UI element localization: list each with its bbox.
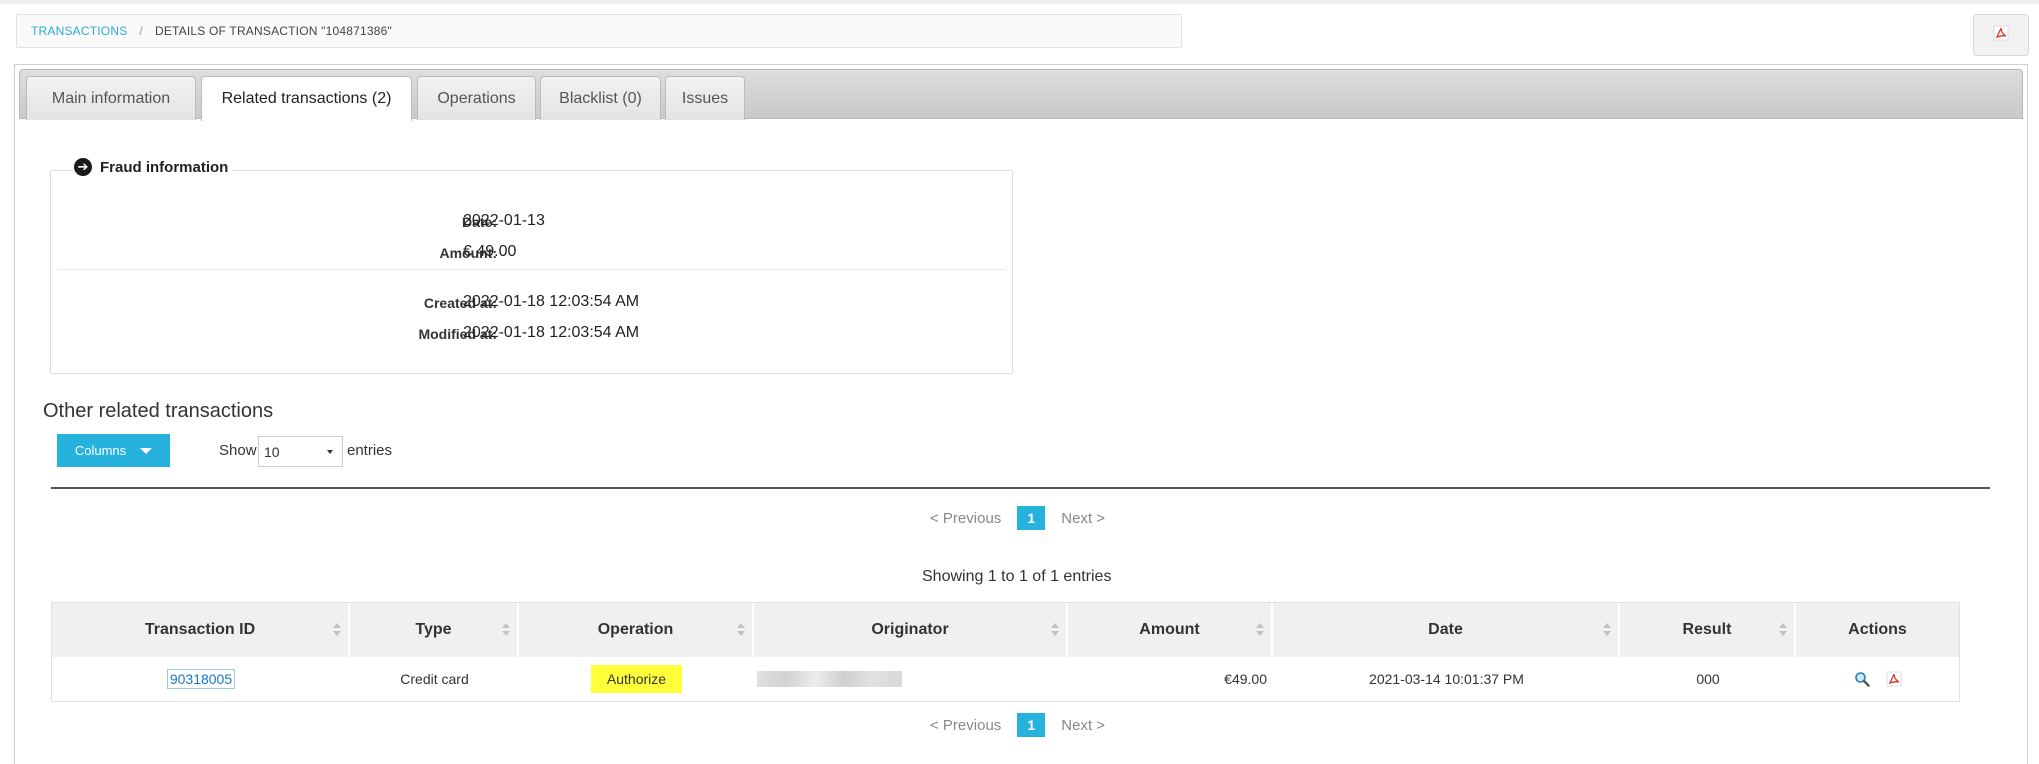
top-strip [0, 0, 2039, 4]
fraud-modified-value: 2022-01-18 12:03:54 AM [463, 324, 640, 341]
sort-icon [1051, 623, 1059, 637]
pagination-previous[interactable]: < Previous [930, 510, 1001, 527]
column-header-result[interactable]: Result [1620, 603, 1796, 657]
arrow-circle-right-icon: ➔ [74, 158, 92, 176]
pagination-next[interactable]: Next > [1061, 717, 1105, 734]
cell-originator [754, 657, 1068, 701]
fraud-information-legend: ➔ Fraud information [72, 158, 233, 176]
export-pdf-button[interactable] [1973, 14, 2029, 56]
fraud-created-row: Created at: 2022-01-18 12:03:54 AM [50, 291, 1013, 317]
column-header-label: Date [1428, 621, 1463, 638]
pagination-next[interactable]: Next > [1061, 510, 1105, 527]
related-transactions-title: Other related transactions [43, 400, 274, 422]
pagination-page-1[interactable]: 1 [1017, 506, 1046, 530]
entries-label: entries [347, 442, 393, 459]
breadcrumb-separator: / [139, 24, 143, 38]
fraud-divider [58, 269, 1005, 270]
show-label: Show [219, 442, 257, 459]
column-header-label: Result [1682, 621, 1732, 638]
columns-button-label: Columns [74, 443, 127, 458]
fraud-information-title: Fraud information [100, 158, 229, 176]
tab-blacklist[interactable]: Blacklist (0) [540, 76, 661, 120]
fraud-modified-row: Modified at: 2022-01-18 12:03:54 AM [50, 322, 1013, 348]
view-details-icon[interactable] [1853, 670, 1871, 688]
column-header-label: Type [415, 621, 452, 638]
cell-amount: €49.00 [1224, 671, 1267, 687]
sort-icon [333, 623, 341, 637]
cell-type: Credit card [400, 671, 469, 687]
columns-button[interactable]: Columns [57, 434, 170, 467]
breadcrumb-current: DETAILS OF TRANSACTION "104871386" [154, 24, 392, 38]
sort-icon [1256, 623, 1264, 637]
fraud-date-value: 2022-01-13 [463, 212, 545, 229]
column-header-operation[interactable]: Operation [519, 603, 754, 657]
pagination-bottom: < Previous 1 Next > [930, 713, 1105, 737]
cell-transaction-id: 90318005 [52, 657, 350, 701]
page-size-value: 10 [264, 444, 280, 460]
originator-redacted [757, 671, 902, 687]
tab-issues[interactable]: Issues [665, 76, 745, 120]
pagination-top: < Previous 1 Next > [930, 506, 1105, 530]
column-header-label: Actions [1848, 621, 1907, 638]
column-header-amount[interactable]: Amount [1068, 603, 1273, 657]
cell-actions [1796, 657, 1959, 701]
column-header-type[interactable]: Type [350, 603, 519, 657]
sort-icon [1603, 623, 1611, 637]
cell-result: 000 [1696, 671, 1720, 687]
breadcrumb-transactions-link[interactable]: TRANSACTIONS [31, 24, 127, 38]
tab-related-transactions[interactable]: Related transactions (2) [201, 76, 412, 121]
toolbar-divider [51, 487, 1990, 489]
chevron-down-icon [140, 447, 153, 454]
tab-operations[interactable]: Operations [417, 76, 536, 120]
column-header-transaction-id[interactable]: Transaction ID [52, 603, 350, 657]
table-row: 90318005 Credit card Authorize €49.00 20… [52, 657, 1959, 701]
tab-main-information[interactable]: Main information [26, 76, 196, 120]
operation-badge: Authorize [590, 665, 683, 693]
select-caret-icon [327, 450, 333, 454]
sort-icon [1779, 623, 1787, 637]
column-header-date[interactable]: Date [1273, 603, 1620, 657]
pagination-previous[interactable]: < Previous [930, 717, 1001, 734]
fraud-created-value: 2022-01-18 12:03:54 AM [463, 293, 640, 310]
cell-date: 2021-03-14 10:01:37 PM [1369, 671, 1524, 687]
column-header-label: Amount [1139, 621, 1200, 638]
fraud-amount-row: Amount: € 49.00 [50, 241, 1013, 267]
pdf-icon [1993, 25, 2009, 46]
column-header-originator[interactable]: Originator [754, 603, 1068, 657]
pdf-icon[interactable] [1885, 670, 1903, 688]
cell-operation: Authorize [519, 657, 754, 701]
page-size-select[interactable]: 10 [258, 436, 343, 467]
breadcrumb: TRANSACTIONS / DETAILS OF TRANSACTION "1… [16, 14, 1182, 48]
table-header: Transaction ID Type Operation Originator… [52, 603, 1959, 657]
column-header-label: Operation [597, 621, 674, 638]
column-header-label: Originator [871, 621, 949, 638]
tab-bar: Main information Related transactions (2… [19, 69, 2023, 121]
sort-icon [502, 623, 510, 637]
fraud-date-row: Date: 2022-01-13 [50, 210, 1013, 236]
column-header-actions: Actions [1796, 603, 1959, 657]
fraud-amount-value: € 49.00 [463, 243, 517, 260]
transaction-id-link[interactable]: 90318005 [166, 669, 236, 689]
related-transactions-table: Transaction ID Type Operation Originator… [51, 602, 1960, 702]
column-header-label: Transaction ID [144, 621, 256, 638]
sort-icon [737, 623, 745, 637]
pagination-page-1[interactable]: 1 [1017, 713, 1046, 737]
showing-info-text: Showing 1 to 1 of 1 entries [922, 568, 1112, 585]
